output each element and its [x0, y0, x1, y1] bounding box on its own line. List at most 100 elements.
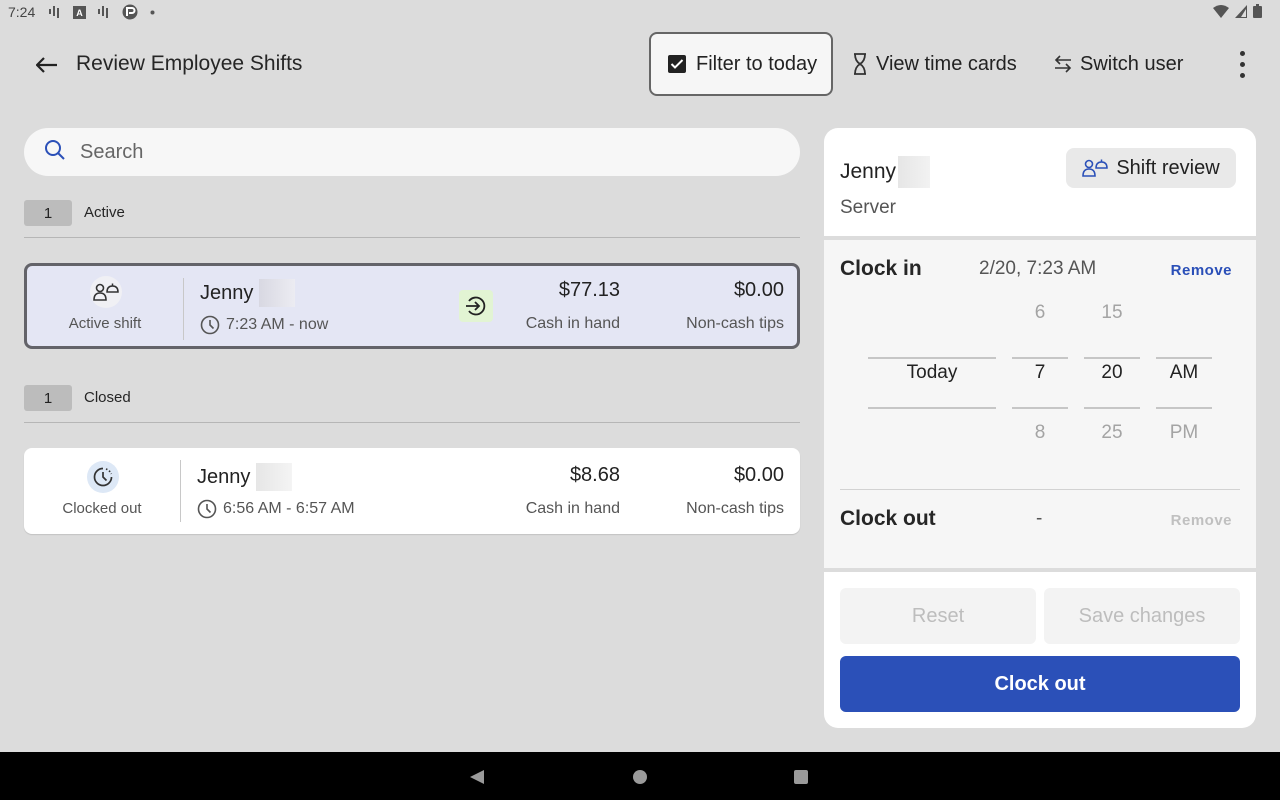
clock-out-label: Clock out — [840, 507, 936, 530]
clock-icon — [197, 499, 217, 519]
view-time-cards-button[interactable]: View time cards — [852, 32, 1017, 96]
time-edit-area: Clock in 2/20, 7:23 AM Remove Today 6 7 … — [824, 240, 1256, 568]
filter-to-today-toggle[interactable]: Filter to today — [649, 32, 833, 96]
picker-day-selected[interactable]: Today — [868, 362, 996, 384]
back-button[interactable] — [30, 48, 64, 82]
picker-minute-selected[interactable]: 20 — [1084, 362, 1140, 384]
picker-minute-prev[interactable]: 15 — [1084, 302, 1140, 324]
cash-in-hand-value: $77.13 — [558, 279, 620, 301]
signal-bars-icon — [98, 5, 110, 19]
shift-detail-panel: Jenny Server Shift review Clock in 2/20,… — [824, 128, 1256, 728]
divider — [183, 278, 184, 340]
shift-status: Active shift — [27, 266, 183, 346]
status-time: 7:24 — [8, 4, 36, 20]
employee-name-text: Jenny — [840, 160, 897, 183]
picker-line — [1012, 407, 1068, 409]
non-cash-tips-label: Non-cash tips — [686, 315, 784, 332]
section-label: Closed — [84, 389, 131, 406]
time-range: 6:56 AM - 6:57 AM — [223, 500, 355, 517]
picker-line — [1084, 407, 1140, 409]
arrow-left-icon — [36, 57, 57, 73]
picker-line — [1084, 357, 1140, 359]
section-header-closed: 1 Closed — [24, 385, 800, 423]
search-bar[interactable] — [24, 128, 800, 176]
picker-hour-column[interactable]: 6 7 8 — [1012, 292, 1068, 492]
text-a-icon: A — [73, 5, 87, 19]
non-cash-tips-value: $0.00 — [733, 279, 784, 301]
picker-minute-next[interactable]: 25 — [1084, 422, 1140, 444]
picker-line — [868, 357, 996, 359]
shift-card-active[interactable]: Active shift Jenny 7:23 AM - now $77.13 … — [24, 263, 800, 349]
switch-user-label: Switch user — [1080, 52, 1184, 75]
search-icon — [44, 139, 66, 166]
nav-back-button[interactable] — [466, 766, 488, 788]
picker-ampm-column[interactable]: AM PM — [1156, 292, 1212, 492]
status-label: Active shift — [68, 315, 142, 332]
reset-button[interactable]: Reset — [840, 588, 1036, 644]
dot-icon — [150, 10, 155, 15]
picker-day-column[interactable]: Today — [868, 292, 996, 492]
remove-clock-out-link[interactable]: Remove — [1171, 512, 1232, 529]
shift-review-button[interactable]: Shift review — [1066, 148, 1236, 188]
dot — [1239, 50, 1245, 56]
clock-dashed-icon — [87, 461, 119, 493]
redacted-surname — [256, 463, 293, 491]
cash-in-hand-label: Cash in hand — [525, 500, 620, 517]
clock-in-label: Clock in — [840, 257, 922, 280]
checkbox-checked-icon — [668, 55, 686, 73]
employee-name-text: Jenny — [197, 465, 251, 488]
shift-card-closed[interactable]: Clocked out Jenny 6:56 AM - 6:57 AM $8.6… — [24, 448, 800, 534]
divider — [824, 568, 1256, 572]
picker-line — [868, 407, 996, 409]
svg-text:A: A — [77, 8, 84, 18]
filter-label: Filter to today — [696, 52, 818, 75]
triangle-back-icon — [470, 770, 484, 784]
picker-line — [1156, 407, 1212, 409]
shift-time: 6:56 AM - 6:57 AM — [197, 499, 355, 519]
view-time-cards-label: View time cards — [876, 52, 1017, 75]
battery-icon — [1253, 4, 1262, 21]
shift-review-label: Shift review — [1116, 156, 1220, 179]
nav-home-button[interactable] — [629, 766, 651, 788]
wifi-icon — [1213, 4, 1229, 21]
square-recents-icon — [794, 770, 808, 784]
picker-line — [1012, 357, 1068, 359]
shift-time: 7:23 AM - now — [200, 315, 328, 335]
divider — [840, 489, 1240, 490]
clock-in-arrow-icon — [459, 290, 493, 322]
employee-name: Jenny — [197, 463, 293, 491]
count-badge: 1 — [24, 385, 72, 411]
more-options-button[interactable] — [1226, 46, 1258, 82]
cash-in-hand-label: Cash in hand — [525, 315, 620, 332]
picker-hour-prev[interactable]: 6 — [1012, 302, 1068, 324]
status-bar: 7:24 A — [0, 0, 1280, 24]
count-badge: 1 — [24, 200, 72, 226]
clock-out-value: - — [1036, 508, 1043, 529]
picker-minute-column[interactable]: 15 20 25 — [1084, 292, 1140, 492]
search-input[interactable] — [80, 140, 760, 164]
shift-status: Clocked out — [24, 448, 180, 534]
picker-ampm-next[interactable]: PM — [1156, 422, 1212, 444]
picker-ampm-selected[interactable]: AM — [1156, 362, 1212, 384]
page-title: Review Employee Shifts — [76, 52, 303, 75]
picker-hour-selected[interactable]: 7 — [1012, 362, 1068, 384]
switch-user-button[interactable]: Switch user — [1054, 32, 1183, 96]
clock-icon — [200, 315, 220, 335]
dot — [1239, 61, 1245, 67]
picker-line — [1156, 357, 1212, 359]
remove-clock-in-link[interactable]: Remove — [1171, 262, 1232, 279]
server-person-icon — [1082, 158, 1109, 178]
time-range: 7:23 AM - now — [226, 316, 329, 333]
save-changes-button[interactable]: Save changes — [1044, 588, 1240, 644]
app-badge-icon — [122, 4, 138, 20]
status-label: Clocked out — [62, 500, 142, 517]
employee-name-text: Jenny — [200, 281, 254, 304]
cash-in-hand-value: $8.68 — [569, 464, 620, 486]
nav-recents-button[interactable] — [790, 766, 812, 788]
divider — [180, 460, 181, 522]
picker-hour-next[interactable]: 8 — [1012, 422, 1068, 444]
non-cash-tips-label: Non-cash tips — [686, 500, 784, 517]
clock-out-button[interactable]: Clock out — [840, 656, 1240, 712]
signal-bars-icon — [49, 5, 61, 19]
redacted-surname — [898, 156, 931, 188]
